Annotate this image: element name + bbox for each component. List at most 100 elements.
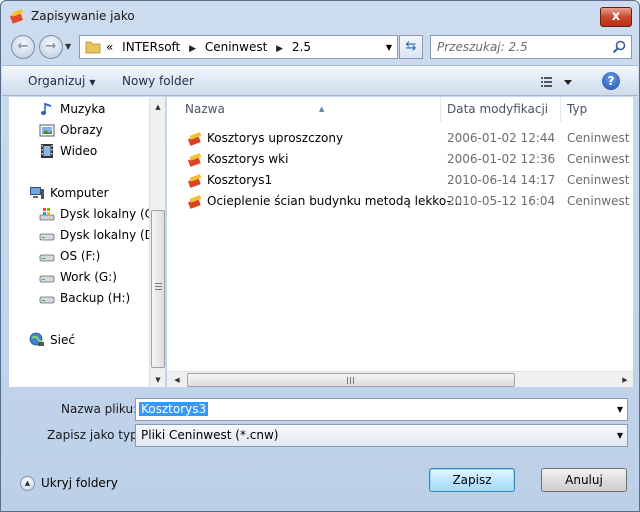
breadcrumb-overflow[interactable]: « (106, 40, 113, 54)
filename-label: Nazwa pliku: (61, 402, 138, 416)
arrow-left-icon: ← (17, 39, 29, 54)
save-type-label: Zapisz jako typ: (47, 428, 142, 442)
file-date: 2010-06-14 14:17 (447, 173, 556, 187)
column-header-type[interactable]: Typ (561, 97, 633, 122)
file-date: 2010-05-12 16:04 (447, 194, 556, 208)
network-icon (29, 332, 44, 346)
breadcrumb-item[interactable]: 2.5 (292, 40, 311, 54)
sidebar-item-label: Dysk lokalny (D:) (60, 228, 163, 242)
breadcrumb-item[interactable]: INTERsoft (122, 40, 180, 54)
file-type: Ceninwest Fi (567, 131, 633, 145)
sidebar-item-label: Wideo (60, 144, 98, 158)
thumb-grip (155, 289, 162, 290)
scroll-right-arrow[interactable]: ▶ (617, 372, 633, 388)
chevron-down-icon[interactable]: ▼ (617, 405, 623, 414)
scrollbar-thumb[interactable] (187, 373, 515, 387)
search-icon[interactable] (611, 39, 627, 55)
search-box (430, 35, 632, 59)
filename-value[interactable]: Kosztorys3 (139, 402, 209, 416)
arrow-right-icon: → (45, 39, 57, 54)
drive-icon (39, 296, 55, 304)
scrollbar-thumb[interactable] (151, 210, 165, 368)
navigation-bar: ← → ▼ « INTERsoft ▶ Ceninwest ▶ 2.5 ▼ ⇆ (1, 32, 639, 62)
file-type: Ceninwest Fi (567, 173, 633, 187)
title-bar[interactable]: Zapisywanie jako x (1, 1, 639, 31)
navigation-scrollbar[interactable]: ▲ ▼ (149, 97, 165, 387)
hide-folders-toggle[interactable]: ▲ Ukryj foldery (20, 475, 130, 493)
file-name: Kosztorys wki (207, 152, 289, 166)
column-header-date[interactable]: Data modyfikacji (441, 97, 561, 122)
chevron-up-icon: ▲ (20, 476, 35, 491)
breadcrumb: « INTERsoft ▶ Ceninwest ▶ 2.5 (106, 40, 316, 54)
file-name: Kosztorys uproszczony (207, 131, 344, 145)
filename-field[interactable]: Kosztorys3 ▼ (135, 398, 628, 421)
thumb-grip (353, 377, 354, 384)
address-bar[interactable]: « INTERsoft ▶ Ceninwest ▶ 2.5 ▼ (79, 35, 398, 59)
file-row[interactable]: Kosztorys uproszczony 2006-01-02 12:44 C… (167, 128, 633, 149)
thumb-grip (350, 377, 351, 384)
file-row[interactable]: Kosztorys wki 2006-01-02 12:36 Ceninwest… (167, 149, 633, 170)
file-row[interactable]: Kosztorys1 2010-06-14 14:17 Ceninwest Fi (167, 170, 633, 191)
scroll-up-arrow[interactable]: ▲ (150, 99, 166, 115)
system-drive-icon (39, 208, 55, 221)
drive-icon (39, 254, 55, 262)
new-folder-button[interactable]: Nowy folder (122, 74, 194, 88)
save-type-select[interactable]: Pliki Ceninwest (*.cnw) ▼ (135, 424, 628, 447)
file-name: Ocieplenie ścian budynku metodą lekko-..… (207, 194, 463, 208)
command-bar: Organizuj ▼ Nowy folder ? (2, 65, 638, 96)
sidebar-item-label: Obrazy (60, 123, 103, 137)
pictures-icon (39, 124, 55, 137)
view-options-button[interactable] (540, 74, 574, 90)
recent-locations-dropdown[interactable]: ▼ (65, 42, 71, 51)
search-input[interactable] (431, 36, 611, 58)
sidebar-item-label: Backup (H:) (60, 291, 131, 305)
refresh-button[interactable]: ⇆ (399, 35, 423, 59)
chevron-right-icon[interactable]: ▶ (276, 44, 283, 54)
save-type-value: Pliki Ceninwest (*.cnw) (141, 428, 279, 442)
organize-menu-button[interactable]: Organizuj ▼ (28, 74, 95, 88)
chevron-down-icon: ▼ (89, 78, 96, 87)
file-type: Ceninwest Fi (567, 194, 633, 208)
music-icon (40, 103, 51, 115)
file-name: Kosztorys1 (207, 173, 273, 187)
breadcrumb-item[interactable]: Ceninwest (205, 40, 267, 54)
file-list-horizontal-scrollbar[interactable]: ◀ ▶ (167, 371, 633, 387)
sidebar-item-label: OS (F:) (60, 249, 101, 263)
sidebar-item-label: Work (G:) (60, 270, 117, 284)
chevron-down-icon[interactable]: ▼ (386, 43, 392, 52)
navigation-pane: Muzyka Obrazy Wideo Komputer Dysk lokaln… (9, 97, 166, 387)
computer-icon (30, 187, 44, 199)
column-header-name[interactable]: Nazwa ▲ (179, 97, 441, 122)
thumb-grip (155, 286, 162, 287)
sidebar-item-label: Dysk lokalny (C:) (60, 207, 162, 221)
drive-icon (39, 233, 55, 241)
sidebar-item-label: Komputer (50, 186, 109, 200)
scroll-left-arrow[interactable]: ◀ (169, 372, 185, 388)
chevron-down-icon[interactable]: ▼ (617, 431, 623, 440)
column-header-label: Nazwa (185, 102, 225, 116)
sidebar-item-label: Sieć (50, 333, 75, 347)
drive-icon (39, 275, 55, 283)
sidebar-item-label: Muzyka (60, 102, 106, 116)
scroll-down-arrow[interactable]: ▼ (150, 372, 166, 388)
video-icon (41, 144, 53, 158)
forward-button[interactable]: → (39, 35, 63, 59)
app-icon (9, 9, 24, 24)
file-row[interactable]: Ocieplenie ścian budynku metodą lekko-..… (167, 191, 633, 212)
ceninwest-file-icon (187, 132, 202, 146)
thumb-grip (155, 283, 162, 284)
save-as-dialog: Zapisywanie jako x ← → ▼ « INTERsoft ▶ C… (0, 0, 640, 512)
organize-label: Organizuj (28, 74, 86, 88)
close-button[interactable]: x (600, 7, 632, 27)
file-date: 2006-01-02 12:36 (447, 152, 556, 166)
back-button[interactable]: ← (11, 35, 35, 59)
save-button[interactable]: Zapisz (429, 468, 515, 492)
sort-ascending-icon: ▲ (319, 105, 325, 113)
ceninwest-file-icon (187, 195, 202, 209)
hide-folders-label: Ukryj foldery (41, 476, 118, 490)
help-button[interactable]: ? (602, 72, 620, 90)
refresh-icon: ⇆ (405, 39, 417, 54)
thumb-grip (347, 377, 348, 384)
chevron-right-icon[interactable]: ▶ (189, 44, 196, 54)
cancel-button[interactable]: Anuluj (541, 468, 627, 492)
